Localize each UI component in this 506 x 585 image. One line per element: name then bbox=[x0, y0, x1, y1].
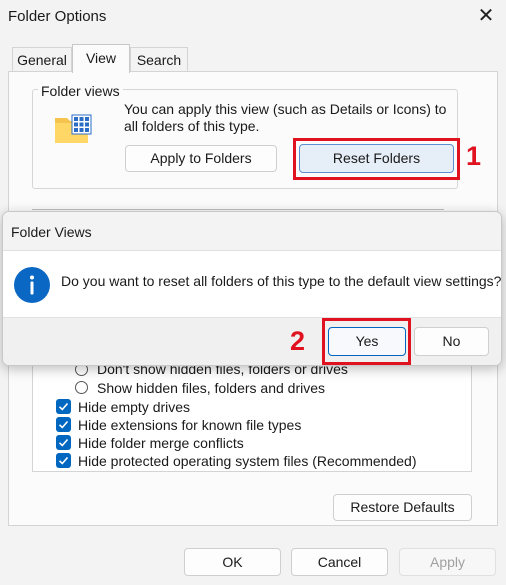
list-item-label: Hide folder merge conflicts bbox=[78, 435, 244, 451]
checkbox-hide-extensions[interactable] bbox=[56, 417, 71, 432]
yes-button[interactable]: Yes bbox=[328, 327, 406, 356]
dialog-message: Do you want to reset all folders of this… bbox=[61, 273, 502, 289]
advanced-settings-divider bbox=[32, 189, 444, 210]
close-icon[interactable]: ✕ bbox=[474, 4, 498, 28]
list-item-label: Hide protected operating system files (R… bbox=[78, 453, 417, 469]
folder-views-legend: Folder views bbox=[38, 83, 123, 99]
tab-general[interactable]: General bbox=[12, 47, 72, 71]
list-item-label: Hide extensions for known file types bbox=[78, 417, 302, 433]
annotation-number-2: 2 bbox=[290, 326, 306, 356]
dialog-title-bar: Folder Views bbox=[3, 212, 501, 251]
radio-show-hidden[interactable] bbox=[75, 381, 88, 394]
checkbox-hide-empty-drives[interactable] bbox=[56, 399, 71, 414]
apply-button[interactable]: Apply bbox=[399, 548, 496, 576]
advanced-settings-list[interactable]: Don't show hidden files, folders or driv… bbox=[32, 362, 472, 472]
no-button[interactable]: No bbox=[414, 327, 489, 356]
annotation-number-1: 1 bbox=[466, 141, 482, 171]
checkbox-hide-merge-conflicts[interactable] bbox=[56, 435, 71, 450]
info-icon bbox=[14, 267, 50, 303]
list-item-label: Hide empty drives bbox=[78, 399, 191, 415]
folder-view-icon bbox=[54, 113, 94, 147]
folder-views-description: You can apply this view (such as Details… bbox=[124, 101, 447, 134]
window-title: Folder Options bbox=[8, 8, 107, 25]
checkbox-hide-protected-files[interactable] bbox=[56, 453, 71, 468]
apply-to-folders-button[interactable]: Apply to Folders bbox=[125, 145, 277, 172]
restore-defaults-button[interactable]: Restore Defaults bbox=[333, 494, 472, 521]
cancel-button[interactable]: Cancel bbox=[291, 548, 388, 576]
list-item-label: Show hidden files, folders and drives bbox=[97, 380, 326, 396]
ok-button[interactable]: OK bbox=[184, 548, 281, 576]
reset-folders-button[interactable]: Reset Folders bbox=[299, 144, 454, 173]
tab-view[interactable]: View bbox=[72, 44, 130, 73]
dialog-title: Folder Views bbox=[11, 224, 92, 240]
tab-search[interactable]: Search bbox=[130, 47, 188, 71]
